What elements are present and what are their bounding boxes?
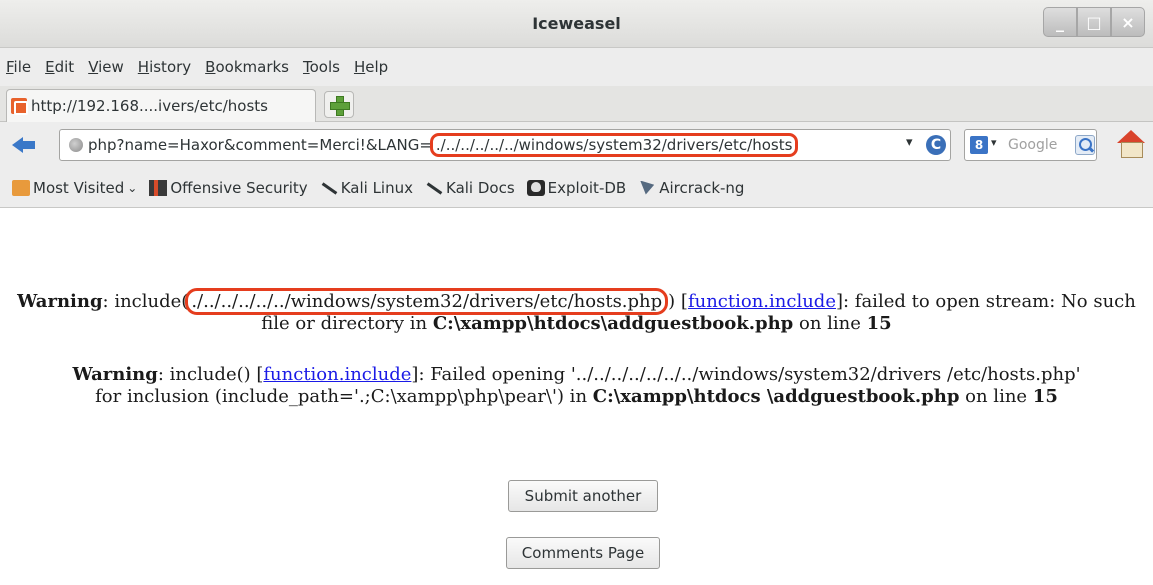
menu-file[interactable]: File [6,58,31,76]
warning-text: on line [793,313,867,334]
bookmarks-bar: Most Visited ⌄ Offensive Security Kali L… [0,168,1153,208]
search-engine-icon[interactable]: 8 [970,136,988,154]
offsec-icon [149,179,168,196]
page-icon [11,98,28,115]
bookmark-label: Kali Linux [340,178,413,197]
url-bar[interactable]: php?name=Haxor&comment=Merci!&LANG= ./../… [59,129,951,161]
kali-dragon-icon [320,180,338,196]
page-content: Warning: include(./../../../../../window… [0,209,1153,585]
bookmark-offensive-security[interactable]: Offensive Security [149,178,308,197]
url-dropdown-icon[interactable]: ▾ [906,135,913,150]
maximize-button[interactable]: □ [1077,7,1111,37]
warning-label: Warning [72,364,158,385]
url-highlighted-path: ./../../../../../windows/system32/driver… [429,133,799,157]
tab-active[interactable]: http://192.168....ivers/etc/hosts [6,89,316,122]
exploitdb-icon [526,179,545,196]
home-icon[interactable] [1116,130,1146,158]
reload-icon[interactable]: C [926,135,946,155]
kali-dragon-icon [425,180,443,196]
bookmark-label: Most Visited [33,178,125,197]
navigation-bar: php?name=Haxor&comment=Merci!&LANG= ./../… [0,122,1153,168]
menu-bookmarks[interactable]: Bookmarks [205,58,289,76]
menu-help[interactable]: Help [354,58,388,76]
minimize-button[interactable]: _ [1043,7,1077,37]
close-button[interactable]: × [1111,7,1145,37]
line-number: 15 [866,313,892,334]
menu-view[interactable]: View [88,58,124,76]
search-placeholder: Google [1008,137,1058,153]
comments-page-button[interactable]: Comments Page [506,537,660,569]
warning-text: : include() [ [157,364,264,385]
bookmark-kali-docs[interactable]: Kali Docs [425,179,515,197]
tab-title: http://192.168....ivers/etc/hosts [31,97,268,115]
bookmark-kali-linux[interactable]: Kali Linux [320,179,413,197]
search-box[interactable]: 8 ▾ Google [964,129,1097,161]
url-prefix: php?name=Haxor&comment=Merci!&LANG= [88,136,432,154]
warning-text: ) [ [668,291,688,312]
tab-bar: http://192.168....ivers/etc/hosts [0,86,1153,122]
globe-icon [69,138,83,152]
file-path: C:\xampp\htdocs\addguestbook.php [432,313,794,334]
back-arrow-icon[interactable] [12,134,36,156]
url-text[interactable]: php?name=Haxor&comment=Merci!&LANG= ./../… [88,133,799,157]
menu-tools[interactable]: Tools [303,58,340,76]
warning-text: on line [959,386,1033,407]
folder-icon [12,179,30,196]
function-include-link[interactable]: function.include [263,364,411,385]
bookmark-label: Exploit-DB [547,178,627,197]
new-tab-button[interactable] [324,91,354,118]
window-titlebar: Iceweasel _ □ × [0,0,1153,48]
bookmark-aircrack-ng[interactable]: Aircrack-ng [638,179,744,197]
bookmark-most-visited[interactable]: Most Visited ⌄ [12,179,137,197]
bookmark-label: Aircrack-ng [659,178,745,197]
bookmark-label: Offensive Security [170,178,308,197]
search-icon[interactable] [1075,135,1095,155]
window-title: Iceweasel [532,14,621,33]
warning-message-1: Warning: include(./../../../../../window… [14,288,1139,335]
bookmark-label: Kali Docs [446,178,515,197]
file-path: C:\xampp\htdocs \addguestbook.php [592,386,960,407]
warning-text: : include( [102,291,189,312]
menu-bar: File Edit View History Bookmarks Tools H… [0,48,1153,86]
function-include-link[interactable]: function.include [688,291,836,312]
aircrack-icon [638,180,656,196]
plus-icon [330,95,350,116]
warning-message-2: Warning: include() [function.include]: F… [60,364,1093,408]
chevron-down-icon: ⌄ [127,180,138,195]
warning-label: Warning [17,291,103,312]
window-controls: _ □ × [1043,7,1145,37]
search-engine-dropdown-icon[interactable]: ▾ [991,136,997,149]
highlighted-path: ./../../../../../windows/system32/driver… [185,288,669,315]
submit-another-button[interactable]: Submit another [508,480,658,512]
menu-history[interactable]: History [138,58,191,76]
bookmark-exploit-db[interactable]: Exploit-DB [526,178,627,197]
menu-edit[interactable]: Edit [45,58,74,76]
line-number: 15 [1032,386,1058,407]
